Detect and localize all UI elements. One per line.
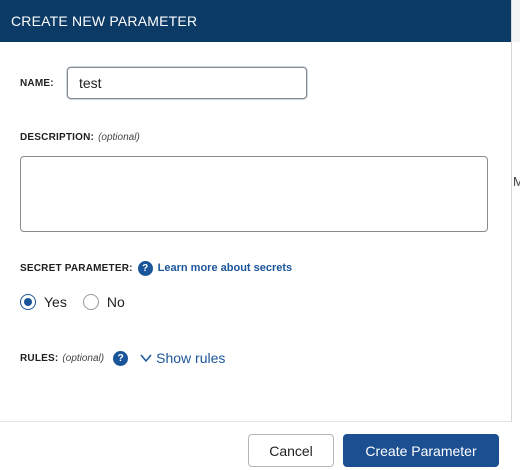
description-optional-hint: (optional) <box>98 132 140 143</box>
rules-label: RULES: <box>20 352 59 364</box>
modal-title: CREATE NEW PARAMETER <box>11 13 198 29</box>
show-rules-toggle[interactable]: Show rules <box>156 350 225 366</box>
radio-option-yes[interactable]: Yes <box>20 294 67 310</box>
background-text: M <box>513 174 520 189</box>
chevron-down-icon[interactable] <box>139 351 153 365</box>
create-parameter-button[interactable]: Create Parameter <box>343 434 499 467</box>
radio-yes-label: Yes <box>44 294 67 310</box>
background-page <box>512 0 520 470</box>
description-label: DESCRIPTION: <box>20 132 95 143</box>
description-label-row: DESCRIPTION: (optional) <box>20 132 140 143</box>
rules-help-icon[interactable]: ? <box>113 350 129 366</box>
modal-footer: Cancel Create Parameter <box>0 421 512 470</box>
modal-header: CREATE NEW PARAMETER <box>0 0 511 42</box>
name-label: NAME: <box>20 77 54 89</box>
radio-no-label: No <box>106 294 125 310</box>
name-input[interactable] <box>67 67 307 99</box>
rules-row: RULES: (optional) ? Show rules <box>20 349 225 367</box>
background-topbar <box>512 0 520 42</box>
name-row: NAME: <box>20 67 54 99</box>
secret-parameter-label: SECRET PARAMETER: <box>20 262 133 274</box>
radio-option-no[interactable]: No <box>82 294 125 310</box>
secret-radio-group: Yes No <box>20 292 125 312</box>
secret-parameter-row: SECRET PARAMETER: ? Learn more about sec… <box>20 260 292 276</box>
create-parameter-modal: CREATE NEW PARAMETER NAME: DESCRIPTION: … <box>0 0 512 470</box>
cancel-button[interactable]: Cancel <box>248 434 334 467</box>
radio-yes[interactable] <box>20 294 36 310</box>
rules-optional-hint: (optional) <box>62 352 105 364</box>
radio-no[interactable] <box>82 294 99 310</box>
learn-more-secrets-link[interactable]: Learn more about secrets <box>158 262 293 274</box>
help-circle-icon[interactable]: ? <box>137 260 153 276</box>
description-textarea[interactable] <box>20 156 488 232</box>
